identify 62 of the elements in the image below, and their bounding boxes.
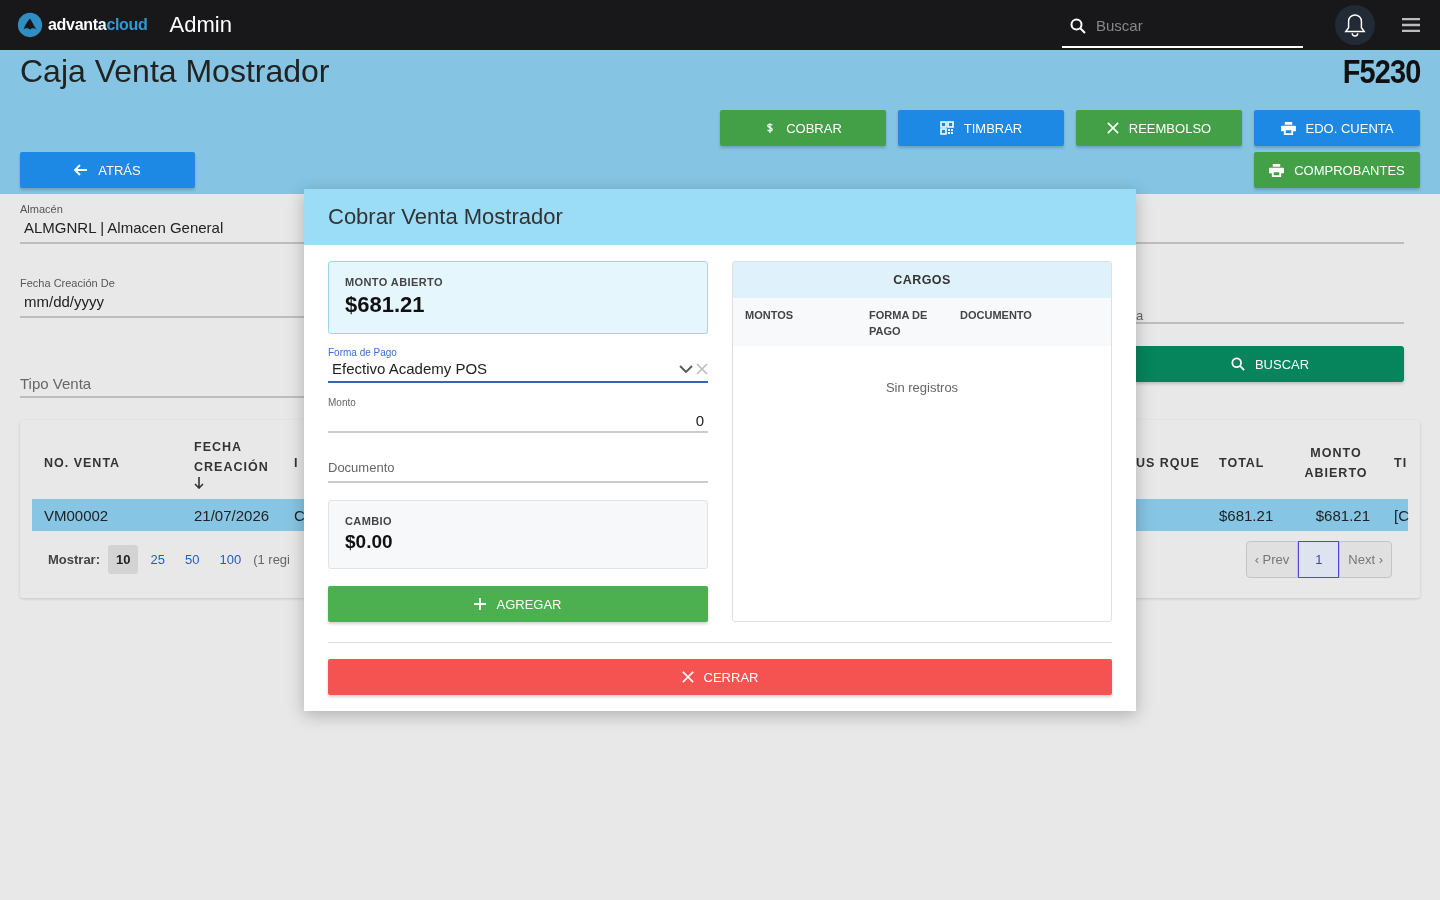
field-placeholder: Documento	[328, 460, 396, 475]
column-header[interactable]: TOTAL	[1207, 453, 1290, 473]
amount-value: $681.21	[345, 292, 426, 318]
table-cell-text: $681.21	[1314, 506, 1371, 524]
field-value: 0	[694, 411, 705, 431]
page-title: Caja Venta Mostrador	[20, 52, 330, 90]
page-size-option[interactable]: 25	[142, 544, 173, 574]
charges-title: CARGOS	[733, 262, 1111, 298]
page-size-label: Mostrar:	[48, 551, 100, 567]
field-value: mm/dd/yyyy	[23, 292, 105, 312]
action-button[interactable]: TIMBRAR	[898, 110, 1064, 146]
column-header[interactable]: FECHA CREACIÓN	[182, 437, 282, 489]
table-cell-text: VM00002	[43, 506, 110, 524]
table-cell-text: 21/07/2026	[193, 506, 271, 524]
field-label: Forma de Pago	[328, 347, 398, 359]
column-header: MONTOS	[745, 308, 795, 323]
next-page-button[interactable]: Next ›	[1339, 541, 1392, 578]
brand-name: advantacloud	[48, 16, 148, 34]
page-size-option[interactable]: 10	[108, 544, 139, 574]
column-header[interactable]: US RQUE	[1136, 453, 1207, 473]
document-code: F5230	[1342, 51, 1420, 91]
action-button[interactable]: COMPROBANTES	[1254, 152, 1420, 188]
dialog-title: Cobrar Venta Mostrador	[328, 204, 563, 230]
field-label: Almacén	[20, 202, 64, 216]
field-placeholder: Tipo Venta	[20, 374, 93, 392]
empty-message: Sin registros	[884, 380, 960, 395]
search-field[interactable]: Buscar	[1062, 4, 1303, 48]
field-label: Fecha Creación De	[20, 276, 116, 290]
page-size-option[interactable]: 100	[211, 544, 250, 574]
page-number-button[interactable]: 1	[1298, 541, 1340, 578]
column-header[interactable]: TI	[1382, 453, 1408, 473]
change-label: CAMBIO	[345, 515, 393, 527]
column-header[interactable]: I	[282, 453, 304, 473]
prev-page-button[interactable]: ‹ Prev	[1245, 541, 1299, 578]
back-button[interactable]: ATRÁS	[20, 152, 195, 188]
field-value: ALMGNRL | Almacen General	[23, 218, 225, 238]
page-size-option[interactable]: 50	[176, 544, 208, 574]
search-button[interactable]: BUSCAR	[1136, 346, 1404, 382]
table-cell-text: [C	[1393, 506, 1408, 524]
field-placeholder: a	[1136, 307, 1145, 325]
action-button[interactable]: REEMBOLSO	[1076, 110, 1242, 146]
field-label: Monto	[328, 397, 357, 409]
action-button[interactable]: EDO. CUENTA	[1254, 110, 1420, 146]
amount-field[interactable]: Monto 0	[328, 397, 708, 433]
column-header: DOCUMENTO	[960, 308, 1033, 323]
table-cell-text: C	[293, 506, 304, 524]
change-value: $0.00	[345, 531, 394, 553]
close-button[interactable]: CERRAR	[328, 659, 1112, 695]
action-button[interactable]: COBRAR	[720, 110, 886, 146]
amount-label: MONTO ABIERTO	[345, 276, 444, 288]
table-cell-text: $681.21	[1218, 506, 1275, 524]
document-field[interactable]: Documento	[328, 447, 708, 483]
column-header[interactable]: MONTO ABIERTO	[1290, 443, 1382, 483]
table-row[interactable]: VM00002 21/07/2026 C	[32, 499, 304, 531]
column-header: FORMA DE PAGO	[869, 308, 929, 339]
app-title: Admin	[169, 12, 232, 38]
table-row[interactable]: $681.21 $681.21 [C	[1136, 499, 1408, 531]
column-header[interactable]: NO. VENTA	[32, 453, 182, 473]
payment-method-select[interactable]: Forma de Pago Efectivo Academy POS	[328, 347, 708, 383]
field-value: Efectivo Academy POS	[331, 359, 489, 379]
records-info: (1 regi	[253, 551, 290, 567]
filter-field[interactable]: Tipo Venta	[20, 370, 304, 398]
